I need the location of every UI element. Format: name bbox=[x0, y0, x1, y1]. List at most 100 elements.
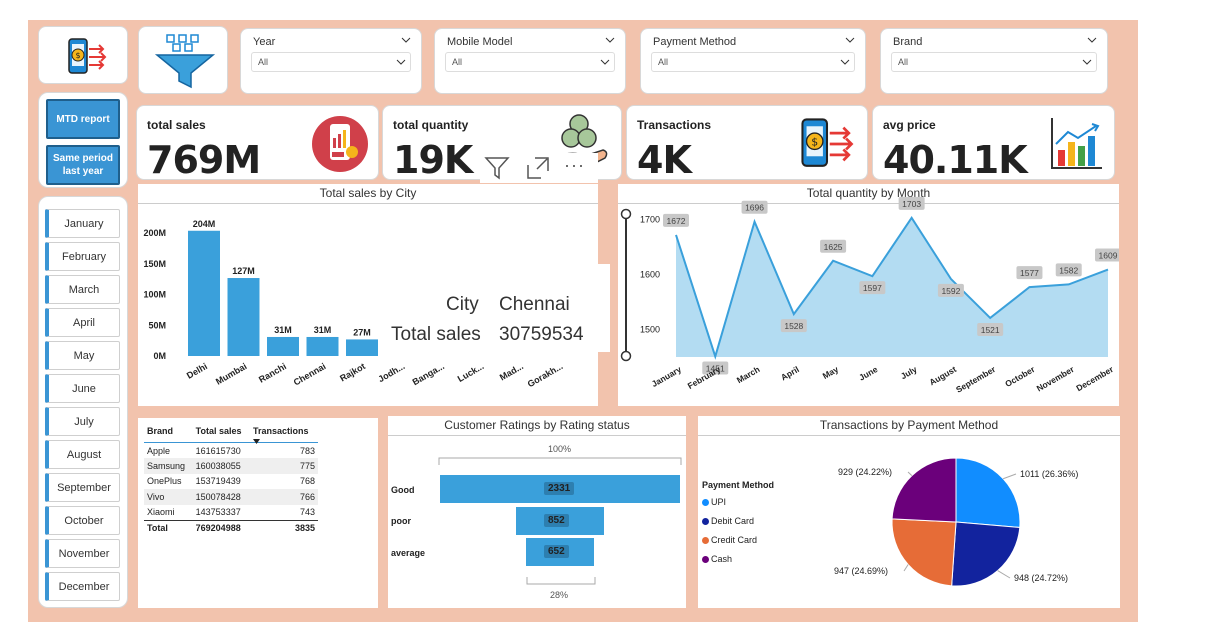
data-label: 31M bbox=[314, 325, 332, 335]
month-button-february[interactable]: February bbox=[45, 242, 120, 271]
month-area-plot: 150016001700 1672January 1451February1696M… bbox=[620, 196, 1119, 395]
slicer-value: All bbox=[898, 57, 909, 67]
quantity-by-month-chart[interactable]: Total quantity by Month 1500 1600 1700 1672… bbox=[618, 184, 1119, 406]
month-button-march[interactable]: March bbox=[45, 275, 120, 304]
month-button-october[interactable]: October bbox=[45, 506, 120, 535]
kpi-label: total sales bbox=[147, 118, 206, 132]
slicer-dropdown[interactable]: All bbox=[651, 52, 855, 72]
month-button-june[interactable]: June bbox=[45, 374, 120, 403]
x-tick-label: December bbox=[1074, 364, 1115, 394]
button-label: Same period bbox=[52, 153, 114, 164]
chevron-down-icon[interactable] bbox=[605, 35, 615, 45]
focus-mode-icon[interactable] bbox=[525, 155, 551, 181]
chart-title: Customer Ratings by Rating status bbox=[444, 418, 630, 432]
cell-transactions: 768 bbox=[299, 476, 315, 487]
logo-tile: $ bbox=[38, 26, 128, 84]
x-tick-label: Luck... bbox=[456, 361, 486, 384]
chevron-down-icon[interactable] bbox=[845, 35, 855, 45]
column-header-brand[interactable]: Brand bbox=[144, 424, 193, 443]
filter-tile bbox=[138, 26, 228, 94]
bar bbox=[346, 339, 378, 356]
funnel-value-label: 852 bbox=[544, 514, 569, 527]
title-divider bbox=[388, 435, 686, 436]
slicer-dropdown[interactable]: All bbox=[251, 52, 411, 72]
cell-total-sales: 160038055 bbox=[192, 458, 250, 474]
column-header-transactions[interactable]: Transactions bbox=[249, 424, 318, 444]
area-fill bbox=[676, 217, 1108, 357]
chevron-down-icon bbox=[840, 59, 850, 65]
month-button-november[interactable]: November bbox=[45, 539, 120, 568]
month-button-september[interactable]: September bbox=[45, 473, 120, 502]
chart-tooltip: City Chennai Total sales 30759534 bbox=[378, 264, 610, 352]
x-tick-label: April bbox=[779, 364, 801, 382]
cell-brand: Samsung bbox=[144, 458, 193, 474]
slicer-dropdown[interactable]: All bbox=[891, 52, 1097, 72]
x-tick-label: Gorakh... bbox=[526, 361, 565, 389]
table-row: Apple 161615730 783 bbox=[144, 443, 318, 459]
funnel-bottom-percent: 28% bbox=[550, 590, 569, 600]
kpi-total-sales: total sales 769M bbox=[136, 105, 379, 182]
more-options-icon[interactable]: ··· bbox=[564, 155, 585, 176]
x-tick-label: Rajkot bbox=[338, 361, 367, 383]
button-label: MTD report bbox=[56, 113, 110, 125]
month-button-january[interactable]: January bbox=[45, 209, 120, 238]
range-slider-handle bbox=[620, 350, 632, 362]
sales-by-city-chart[interactable]: Total sales by City 0M 50M 100M 150M 200M 204… bbox=[138, 184, 610, 406]
svg-text:$: $ bbox=[811, 135, 818, 148]
filter-icon[interactable] bbox=[483, 155, 511, 181]
slicer-year[interactable]: Year All bbox=[240, 28, 422, 94]
y-tick-label: 150M bbox=[143, 259, 166, 269]
slicer-value: All bbox=[452, 57, 463, 67]
mtd-report-button[interactable]: MTD report bbox=[46, 99, 120, 139]
month-button-july[interactable]: July bbox=[45, 407, 120, 436]
slicer-title: Payment Method bbox=[653, 36, 737, 48]
funnel-bottom-bracket bbox=[526, 577, 596, 585]
x-tick-label: September bbox=[954, 364, 998, 395]
y-tick-label: 1500 bbox=[640, 325, 660, 335]
data-label: 948 (24.72%) bbox=[1014, 573, 1068, 583]
table-row: Samsung 160038055 775 bbox=[144, 458, 318, 474]
tooltip-city-label: City bbox=[446, 294, 479, 315]
column-header-total-sales[interactable]: Total sales bbox=[192, 424, 250, 443]
dashboard-canvas: $ Year All Mobile Model All Payment Meth… bbox=[28, 20, 1138, 622]
ratings-funnel-chart[interactable]: Customer Ratings by Rating status 100% G… bbox=[388, 416, 686, 608]
slicer-brand[interactable]: Brand All bbox=[880, 28, 1108, 94]
x-tick-label: Mad... bbox=[498, 361, 525, 382]
funnel-label-poor: poor bbox=[391, 516, 411, 526]
svg-text:$: $ bbox=[75, 51, 80, 60]
data-label: 1528 bbox=[784, 321, 803, 331]
data-label: 31M bbox=[274, 325, 292, 335]
funnel-label-good: Good bbox=[391, 485, 415, 495]
slicer-dropdown[interactable]: All bbox=[445, 52, 615, 72]
funnel-top-bracket bbox=[438, 457, 682, 465]
x-tick-label: August bbox=[928, 364, 958, 387]
pie-slice bbox=[955, 457, 1021, 529]
leader-line bbox=[997, 570, 1011, 579]
cell-total-sales: 161615730 bbox=[195, 445, 241, 456]
data-label: 1597 bbox=[863, 283, 882, 293]
month-button-may[interactable]: May bbox=[45, 341, 120, 370]
slicer-title: Year bbox=[253, 36, 276, 48]
bar-growth-icon bbox=[1051, 118, 1102, 169]
kpi-value: 40.11K bbox=[883, 138, 1028, 182]
x-tick-label: July bbox=[899, 364, 919, 381]
chevron-down-icon bbox=[396, 59, 406, 65]
month-button-december[interactable]: December bbox=[45, 572, 120, 601]
cell-brand: Apple bbox=[147, 445, 171, 456]
tooltip-sales-value: 30759534 bbox=[499, 324, 584, 345]
slicer-value: All bbox=[258, 57, 269, 67]
header-label: Transactions bbox=[252, 426, 309, 436]
slicer-mobile-model[interactable]: Mobile Model All bbox=[434, 28, 626, 94]
same-period-last-year-button[interactable]: Same period last year bbox=[46, 145, 120, 185]
chevron-down-icon[interactable] bbox=[1087, 35, 1097, 45]
month-button-april[interactable]: April bbox=[45, 308, 120, 337]
slicer-payment-method[interactable]: Payment Method All bbox=[640, 28, 866, 94]
slicer-value: All bbox=[658, 57, 669, 67]
chevron-down-icon[interactable] bbox=[401, 35, 411, 45]
data-label: 1582 bbox=[1059, 265, 1078, 275]
payment-pie-chart[interactable]: Transactions by Payment Method Payment M… bbox=[698, 416, 1120, 608]
month-button-august[interactable]: August bbox=[45, 440, 120, 469]
bar bbox=[306, 336, 339, 356]
table-header-row: Brand Total sales Transactions bbox=[144, 424, 318, 444]
x-tick-label: October bbox=[1003, 364, 1037, 389]
